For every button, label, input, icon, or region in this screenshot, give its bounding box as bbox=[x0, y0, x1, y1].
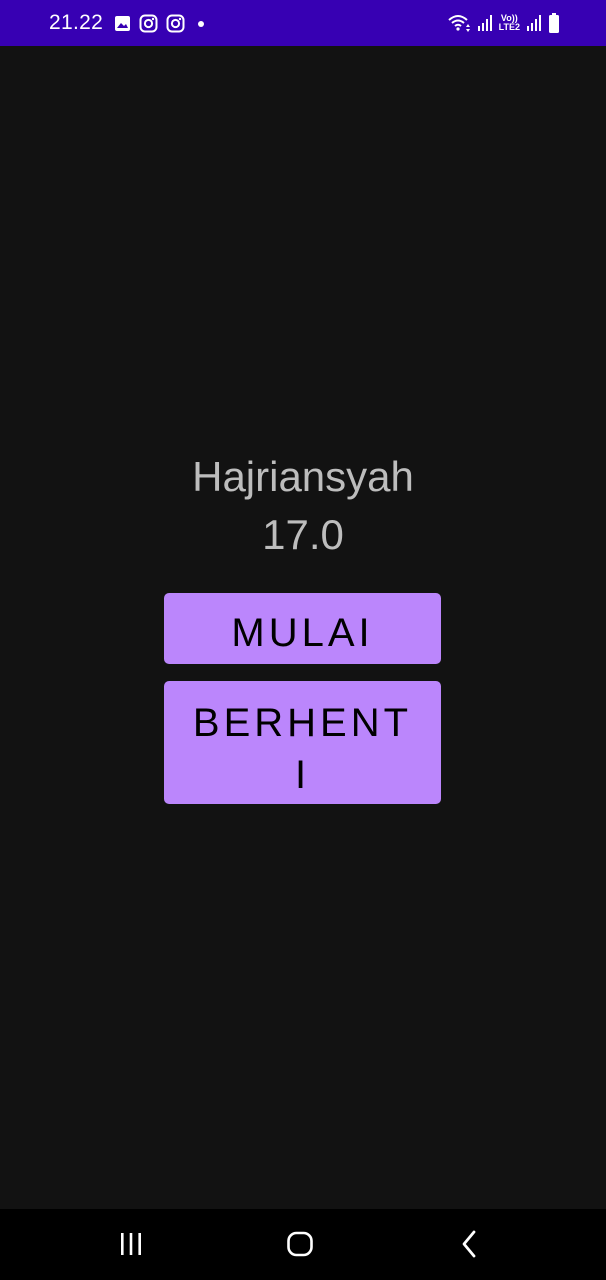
back-icon[interactable] bbox=[450, 1227, 490, 1261]
app-content: Hajriansyah 17.0 MULAI BERHENTI bbox=[0, 46, 606, 1209]
recents-icon[interactable] bbox=[111, 1227, 151, 1261]
dot-icon bbox=[193, 15, 209, 31]
signal-icon bbox=[477, 14, 493, 32]
notification-icons bbox=[114, 13, 209, 33]
gallery-icon bbox=[114, 15, 131, 32]
status-time: 21.22 bbox=[49, 11, 104, 34]
instagram-icon bbox=[139, 14, 158, 33]
wifi-icon bbox=[447, 13, 471, 33]
home-icon[interactable] bbox=[280, 1227, 320, 1261]
lte-label: LTE2 bbox=[498, 22, 520, 32]
system-icons: Vo)) LTE2 bbox=[447, 11, 560, 35]
stop-button[interactable]: BERHENTI bbox=[164, 681, 441, 804]
navigation-bar bbox=[0, 1209, 606, 1280]
instagram-icon bbox=[166, 14, 185, 33]
battery-icon bbox=[548, 12, 560, 34]
name-label: Hajriansyah bbox=[192, 453, 414, 500]
start-button[interactable]: MULAI bbox=[164, 593, 441, 664]
volte-icon: Vo)) LTE2 bbox=[499, 14, 520, 32]
status-bar: 21.22 Vo)) LTE2 bbox=[0, 0, 606, 46]
signal-icon bbox=[526, 14, 542, 32]
value-display: 17.0 bbox=[262, 511, 344, 558]
